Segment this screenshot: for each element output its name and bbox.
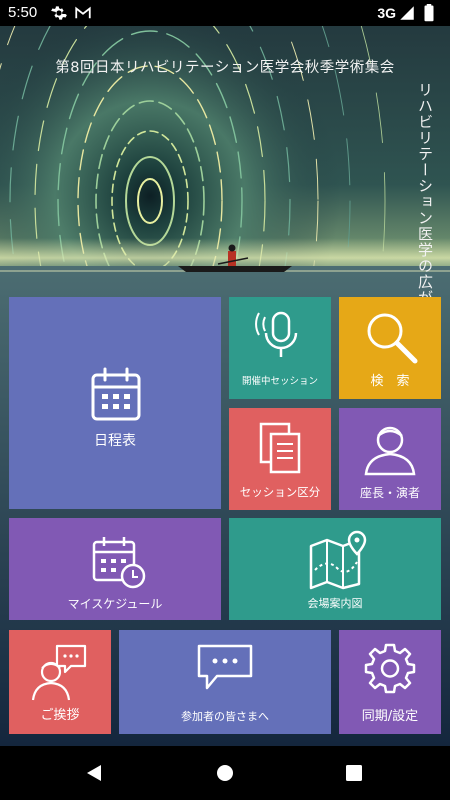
settings-gear-icon <box>51 6 67 20</box>
speaker-chat-icon <box>31 644 87 701</box>
chairs-speakers-tile[interactable]: 座長・演者 <box>339 408 441 510</box>
sync-settings-tile[interactable]: 同期/設定 <box>339 630 441 734</box>
search-icon <box>367 313 418 364</box>
schedule-tile[interactable]: 日程表 <box>9 297 221 509</box>
person-icon <box>364 426 416 476</box>
venue-map-label: 会場案内図 <box>307 597 363 610</box>
status-time: 5:50 <box>8 4 38 21</box>
status-bar: 5:50 3G <box>0 0 450 26</box>
my-schedule-label: マイスケジュール <box>67 597 163 611</box>
recents-icon[interactable] <box>346 765 362 781</box>
calendar-icon <box>91 367 141 421</box>
gmail-icon <box>75 6 91 19</box>
navigation-bar <box>0 746 450 800</box>
home-icon[interactable] <box>216 764 234 782</box>
gear-icon <box>364 643 416 694</box>
calendar-clock-icon <box>92 537 146 589</box>
sync-settings-label: 同期/設定 <box>361 709 419 724</box>
schedule-label: 日程表 <box>94 433 136 449</box>
search-label: 検 索 <box>370 374 410 389</box>
chat-bubble-icon <box>197 644 253 690</box>
greeting-tile[interactable]: ご挨拶 <box>9 630 111 734</box>
to-participants-label: 参加者の皆さまへ <box>181 710 269 723</box>
greeting-label: ご挨拶 <box>40 708 80 723</box>
documents-icon <box>259 422 301 474</box>
battery-icon <box>424 4 434 22</box>
search-tile[interactable]: 検 索 <box>339 297 441 399</box>
conference-title: 第8回日本リハビリテーション医学会秋季学術集会 <box>55 60 395 76</box>
chairs-speakers-label: 座長・演者 <box>359 486 420 500</box>
network-type: 3G <box>377 5 396 21</box>
session-category-label: セッション区分 <box>239 485 321 499</box>
live-session-label: 開催中セッション <box>241 376 318 387</box>
microphone-icon <box>255 311 298 357</box>
session-category-tile[interactable]: セッション区分 <box>229 408 331 510</box>
to-participants-tile[interactable]: 参加者の皆さまへ <box>119 630 331 734</box>
map-icon <box>309 530 367 590</box>
live-session-tile[interactable]: 開催中セッション <box>229 297 331 399</box>
back-icon[interactable] <box>85 763 105 783</box>
my-schedule-tile[interactable]: マイスケジュール <box>9 518 221 620</box>
conference-theme: リハビリテーション医学の広がり <box>416 82 434 322</box>
signal-icon <box>400 6 414 20</box>
venue-map-tile[interactable]: 会場案内図 <box>229 518 441 620</box>
